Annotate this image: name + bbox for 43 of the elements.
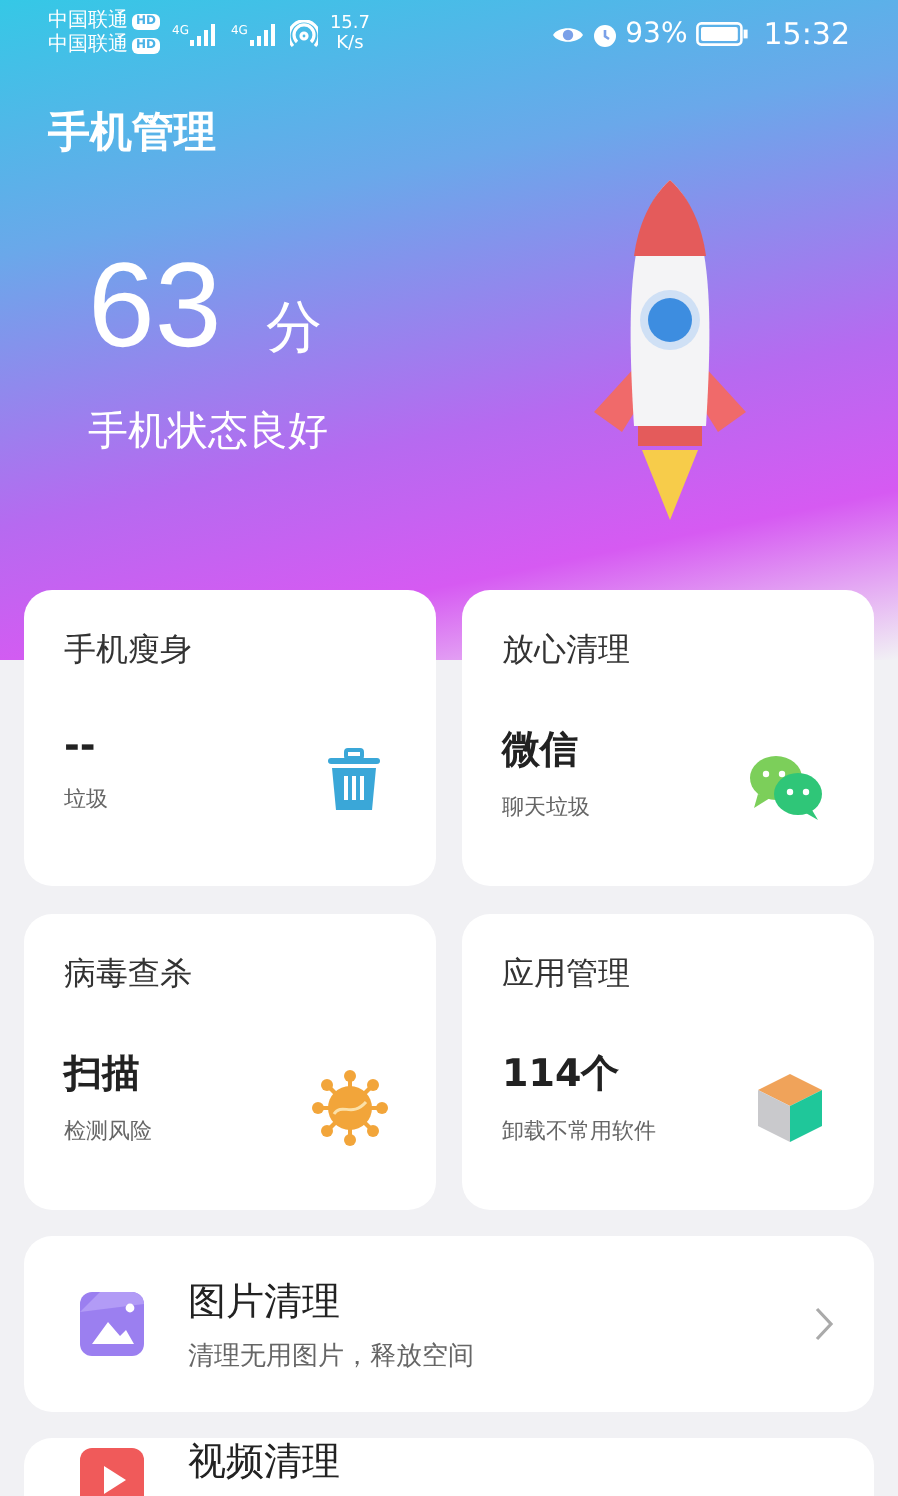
item-title: 视频清理 <box>188 1444 342 1482</box>
card-caption: 卸载不常用软件 <box>502 1116 656 1146</box>
card-value: 114个 <box>502 1050 622 1100</box>
score-value: 63 <box>88 240 222 372</box>
signal-icon <box>249 23 278 45</box>
chevron-right-icon <box>814 1306 834 1342</box>
battery-percent: 93% <box>625 18 688 50</box>
feature-card[interactable]: 手机瘦身 -- 垃圾 <box>24 590 436 886</box>
battery-icon <box>695 22 748 46</box>
clock-time: 15:32 <box>763 16 850 52</box>
virus-icon <box>312 1070 388 1146</box>
cube-icon <box>754 1070 826 1146</box>
signal-icon <box>190 23 219 45</box>
network-speed: 15.7 <box>329 14 370 34</box>
carrier-name: 中国联通 <box>48 34 128 58</box>
chat-icon <box>746 750 826 822</box>
item-title: 图片清理 <box>188 1277 342 1327</box>
card-value: 微信 <box>502 726 580 776</box>
item-subtitle: 清理无用图片，释放空间 <box>188 1339 476 1373</box>
alarm-icon <box>591 21 618 47</box>
eye-icon <box>551 23 584 45</box>
status-text: 手机状态良好 <box>88 404 328 458</box>
card-title: 病毒查杀 <box>64 954 194 996</box>
picture-icon <box>76 1288 148 1360</box>
hotspot-icon <box>289 20 318 48</box>
card-value: -- <box>64 724 98 768</box>
list-item[interactable]: 图片清理 清理无用图片，释放空间 <box>24 1236 874 1412</box>
network-speed: K/s <box>336 34 364 54</box>
card-title: 放心清理 <box>502 630 632 672</box>
app-title: 手机管理 <box>48 106 218 160</box>
feature-card[interactable]: 放心清理 微信 聊天垃圾 <box>462 590 874 886</box>
video-icon <box>76 1444 148 1496</box>
card-value: 扫描 <box>64 1050 142 1100</box>
card-title: 手机瘦身 <box>64 630 194 672</box>
feature-card[interactable]: 应用管理 114个 卸载不常用软件 <box>462 914 874 1210</box>
score-unit: 分 <box>265 292 322 364</box>
card-caption: 垃圾 <box>64 784 108 814</box>
feature-card[interactable]: 病毒查杀 扫描 检测风险 <box>24 914 436 1210</box>
list-item[interactable]: 视频清理 <box>24 1438 874 1496</box>
card-title: 应用管理 <box>502 954 632 996</box>
carrier-name: 中国联通 <box>48 10 128 33</box>
card-caption: 聊天垃圾 <box>502 792 590 822</box>
card-caption: 检测风险 <box>64 1116 152 1146</box>
